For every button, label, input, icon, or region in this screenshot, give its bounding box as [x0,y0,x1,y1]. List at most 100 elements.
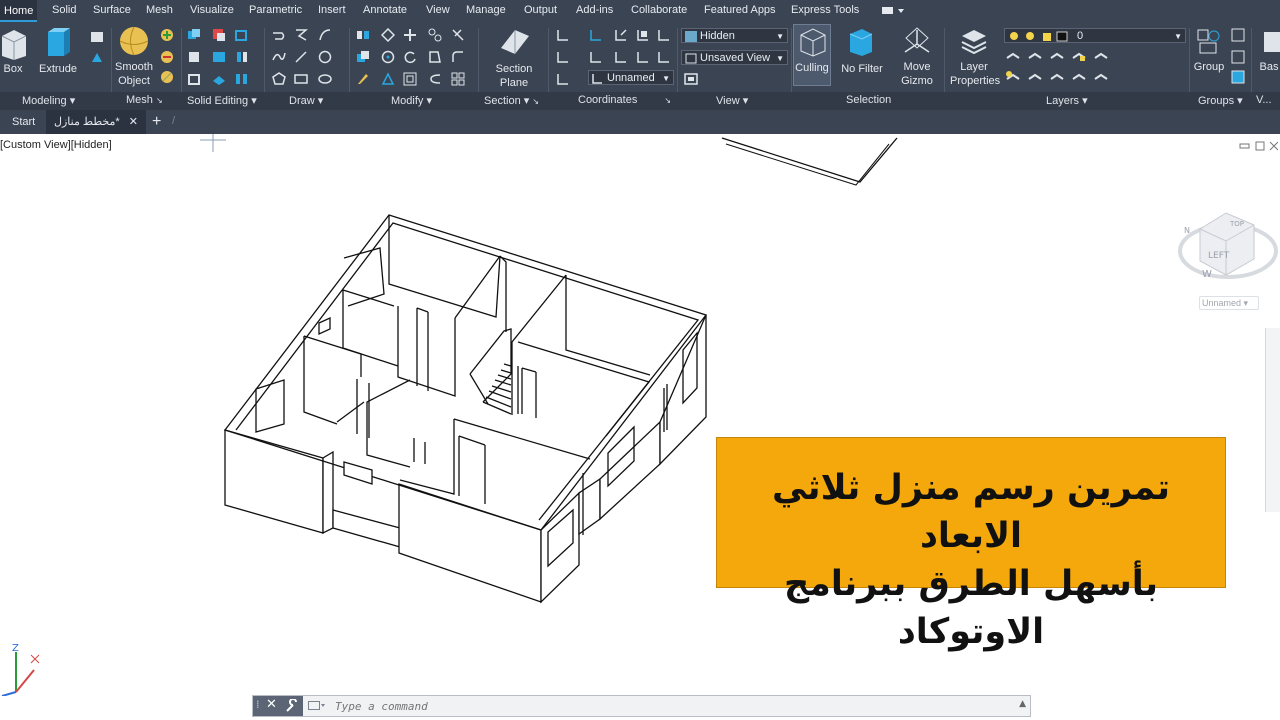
subtract-icon[interactable] [212,28,226,42]
layer-walk-icon[interactable] [1094,49,1108,63]
ucs-combo[interactable]: Unnamed ▼ [588,70,674,85]
offset2-icon[interactable] [428,72,442,86]
layer-freeze-icon[interactable] [1006,70,1020,84]
ucs-z-icon[interactable] [636,28,650,42]
panel-view[interactable]: View ▾ [716,94,748,107]
command-history-button[interactable]: ▲ [1019,699,1026,709]
box-button[interactable]: Box [0,26,27,76]
tab-start[interactable]: Start [4,110,43,134]
union-icon[interactable] [187,28,201,42]
wrench-icon[interactable] [285,699,299,713]
tab-manage[interactable]: Manage [466,4,506,16]
ucs-object-icon[interactable] [657,50,671,64]
ucs-3point-icon[interactable] [657,28,671,42]
smooth-object-button[interactable]: Smooth Object [112,26,156,88]
polysolid-icon[interactable] [90,30,104,44]
mesh-smooth-more-icon[interactable] [160,28,174,42]
ucs-view-icon[interactable] [636,50,650,64]
fillet-icon[interactable] [451,50,465,64]
scale-icon[interactable] [381,72,395,86]
mirror-icon[interactable] [356,28,370,42]
panel-draw[interactable]: Draw ▾ [289,94,323,107]
extrude-button[interactable]: Extrude [38,26,78,76]
arc-icon[interactable] [318,28,332,42]
layer-lock-icon[interactable] [1072,49,1086,63]
line-icon[interactable] [272,28,286,42]
copy-icon[interactable] [356,50,370,64]
tab-solid[interactable]: Solid [52,4,76,16]
tab-home[interactable]: Home [0,0,38,22]
ucs-icon-settings-icon[interactable] [556,72,570,86]
spline-icon[interactable] [272,50,286,64]
tab-mesh[interactable]: Mesh [146,4,173,16]
tab-view[interactable]: View [426,4,450,16]
ucs-icon[interactable] [556,28,570,42]
panel-solid-editing[interactable]: Solid Editing ▾ [187,94,257,107]
imprint-icon[interactable] [212,72,226,86]
ribbon-options-icon[interactable] [882,6,906,16]
drawing-viewport[interactable]: [Custom View][Hidden] LEFT TOP N W Unnam… [0,134,1280,720]
tab-express-tools[interactable]: Express Tools [791,4,859,16]
no-filter-button[interactable]: No Filter [838,26,886,76]
saved-view-combo[interactable]: Unsaved View ▼ [681,50,788,65]
trim-extend-icon[interactable] [451,28,465,42]
array-icon[interactable] [381,28,395,42]
ungroup-icon[interactable] [1231,28,1245,42]
intersect-icon[interactable] [235,28,249,42]
panel-groups[interactable]: Groups ▾ [1198,94,1243,107]
move-gizmo-button[interactable]: Move Gizmo [897,26,937,88]
ucs-origin-icon[interactable] [614,28,628,42]
section-plane-button[interactable]: Section Plane [493,26,535,90]
close-tab-icon[interactable]: ✕ [129,116,138,128]
tab-surface[interactable]: Surface [93,4,131,16]
layer-unlock-icon[interactable] [1072,70,1086,84]
command-prompt-icon[interactable] [308,701,326,711]
layer-unisolate-icon[interactable] [1050,70,1064,84]
tab-annotate[interactable]: Annotate [363,4,407,16]
panel-modify[interactable]: Modify ▾ [391,94,432,107]
erase-icon[interactable] [356,72,370,86]
group-selection-icon[interactable] [1231,70,1245,84]
tab-add-ins[interactable]: Add-ins [576,4,613,16]
group-edit-icon[interactable] [1231,50,1245,64]
separate-icon[interactable] [235,72,249,86]
mesh-smooth-less-icon[interactable] [160,50,174,64]
visual-style-combo[interactable]: Hidden ▼ [681,28,788,43]
culling-button[interactable]: Culling [793,24,831,86]
layer-merge-icon[interactable] [1094,70,1108,84]
base-view-button[interactable]: Bas [1258,26,1280,74]
tab-output[interactable]: Output [524,4,557,16]
command-line[interactable]: ⁞ ✕ ▲ [252,695,1031,717]
layer-match-icon[interactable] [1006,49,1020,63]
line2-icon[interactable] [294,50,308,64]
command-input[interactable] [333,698,1017,715]
tab-drawing[interactable]: مخطط منازل* ✕ [46,110,146,134]
presspull-icon[interactable] [90,50,104,64]
tab-collaborate[interactable]: Collaborate [631,4,687,16]
trim-icon[interactable] [428,28,442,42]
ucs-world-icon[interactable] [589,28,603,42]
tab-featured-apps[interactable]: Featured Apps [704,4,776,16]
stretch-icon[interactable] [428,50,442,64]
circle-icon[interactable] [318,50,332,64]
panel-selection[interactable]: Selection [846,94,891,106]
navigation-bar[interactable] [1265,328,1280,512]
ellipse-icon[interactable] [318,72,332,86]
group-button[interactable]: Group [1192,26,1226,74]
panel-section[interactable]: Section ▾ ↘ [484,94,539,107]
ucs-y-icon[interactable] [614,50,628,64]
3d-rotate-icon[interactable] [381,50,395,64]
viewcube[interactable]: LEFT TOP N W [1178,189,1280,289]
ucs-x-icon[interactable] [589,50,603,64]
viewport-config-icon[interactable] [684,72,698,86]
panel-mesh[interactable]: Mesh ↘ [126,94,163,106]
slice-icon[interactable] [212,50,226,64]
rotate-icon[interactable] [403,50,417,64]
panel-coordinates[interactable]: Coordinates ↘ [578,94,671,106]
offset-icon[interactable] [403,72,417,86]
new-tab-button[interactable]: + [144,110,169,134]
ucs-named-icon[interactable] [556,50,570,64]
grip-icon[interactable]: ⁞ [256,698,260,711]
panel-layers[interactable]: Layers ▾ [1046,94,1088,107]
panel-modeling[interactable]: Modeling ▾ [22,94,75,107]
